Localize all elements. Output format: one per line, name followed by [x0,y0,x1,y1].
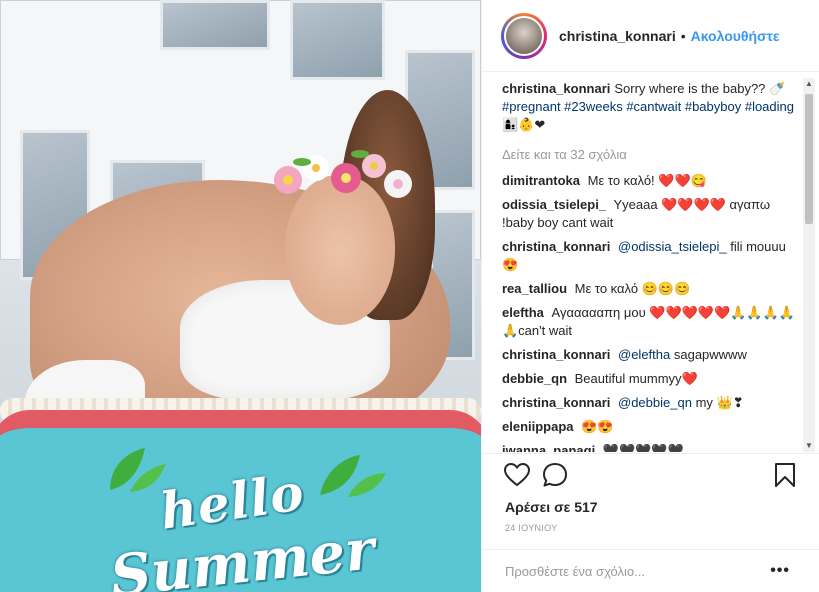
comment-text: Με το καλό 😊😊😊 [574,281,691,296]
add-comment-bar: Προσθέστε ένα σχόλιο... ••• [482,549,819,592]
comment-text: 😍😍 [581,419,614,434]
comment-username[interactable]: christina_konnari [502,347,610,362]
comment-item: dimitrantoka Με το καλό! ❤️❤️😋 [502,172,802,190]
comment-text: Αγαααααπη μου ❤️❤️❤️❤️❤️🙏🙏🙏🙏🙏can't wait [502,305,795,338]
post-date[interactable]: 24 ΙΟΥΝΙΟΥ [505,523,557,533]
comment-username[interactable]: rea_talliou [502,281,567,296]
comment-mention[interactable]: @eleftha [618,347,670,362]
comment-item: christina_konnari @odissia_tsielepi_ fil… [502,238,802,274]
comment-text: 🖤🖤🖤🖤🖤 [602,443,684,452]
caption-username[interactable]: christina_konnari [502,81,610,96]
comments-scrollbar[interactable]: ▲ ▼ [803,78,815,452]
caption-text: Sorry where is the baby?? [614,81,766,96]
comment-input[interactable]: Προσθέστε ένα σχόλιο... [505,564,645,579]
heart-outline-icon[interactable] [502,460,532,490]
comment-username[interactable]: eleftha [502,305,544,320]
comment-item: eleniippapa 😍😍 [502,418,802,436]
comment-username[interactable]: dimitrantoka [502,173,580,188]
comment-item: christina_konnari @eleftha sagapwwww [502,346,802,364]
comment-username[interactable]: eleniippapa [502,419,574,434]
follow-button[interactable]: Ακολουθήστε [691,28,780,44]
post-author-username[interactable]: christina_konnari [559,28,676,44]
post-actions-bar [482,453,819,495]
post-side-panel: christina_konnari • Ακολουθήστε christin… [481,0,819,592]
comment-item: eleftha Αγαααααπη μου ❤️❤️❤️❤️❤️🙏🙏🙏🙏🙏can… [502,304,802,340]
scroll-up-arrow-icon[interactable]: ▲ [803,78,815,90]
comment-item: odissia_tsielepi_ Yyeaaa ❤️❤️❤️❤️ αγαπω … [502,196,802,232]
post-photo[interactable]: hello Summer [0,0,481,592]
comment-mention[interactable]: @odissia_tsielepi_ [618,239,727,254]
caption-hashtags[interactable]: #pregnant #23weeks #cantwait #babyboy #l… [502,99,794,114]
comments-list[interactable]: christina_konnari Sorry where is the baby… [502,80,802,452]
avatar[interactable] [504,15,544,56]
flower-crown-filter [274,150,412,198]
caption: christina_konnari Sorry where is the baby… [502,80,802,134]
comment-username[interactable]: iwanna_panagi [502,443,595,452]
comment-text: my 👑❣ [695,395,744,410]
bottle-emoji: 🍼 [769,81,786,96]
comment-text: Beautiful mummyy❤️ [574,371,698,386]
scroll-down-arrow-icon[interactable]: ▼ [803,440,815,452]
bookmark-icon[interactable] [774,462,796,493]
post-header: christina_konnari • Ακολουθήστε [482,0,819,72]
comment-mention[interactable]: @debbie_qn [618,395,692,410]
window-pane [160,0,270,50]
leaf-decoration [320,455,386,497]
comment-item: debbie_qn Beautiful mummyy❤️ [502,370,802,388]
header-separator: • [680,27,686,44]
comment-username[interactable]: christina_konnari [502,239,610,254]
comment-username[interactable]: debbie_qn [502,371,567,386]
comment-text: Με το καλό! ❤️❤️😋 [587,173,707,188]
likes-count[interactable]: Αρέσει σε 517 [505,499,598,515]
view-all-comments-link[interactable]: Δείτε και τα 32 σχόλια [502,146,802,164]
window-pane [290,0,385,80]
caption-emojis: 👩‍👦👶❤ [502,117,546,132]
more-options-icon[interactable]: ••• [770,562,790,580]
comment-username[interactable]: odissia_tsielepi_ [502,197,606,212]
comment-item: iwanna_panagi 🖤🖤🖤🖤🖤 [502,442,802,452]
comment-bubble-icon[interactable] [540,460,570,490]
avatar-story-ring[interactable] [501,12,547,59]
comment-text: sagapwwww [673,347,747,362]
comment-item: christina_konnari @debbie_qn my 👑❣ [502,394,802,412]
comment-item: rea_talliou Με το καλό 😊😊😊 [502,280,802,298]
comment-username[interactable]: christina_konnari [502,395,610,410]
scrollbar-thumb[interactable] [805,94,813,224]
